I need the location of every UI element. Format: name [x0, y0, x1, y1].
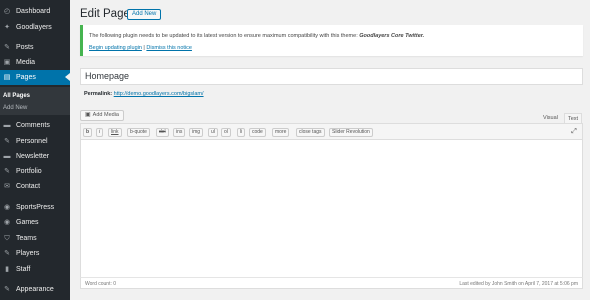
qt-code-button[interactable]: code — [249, 128, 266, 137]
sidebar-item-label: Media — [16, 59, 36, 66]
sidebar-item-games[interactable]: ◉ Games — [0, 215, 70, 230]
newsletter-icon: ▬ — [3, 152, 11, 160]
media-icon: ▣ — [85, 112, 91, 118]
sidebar-item-label: Posts — [16, 44, 34, 51]
word-count: Word count: 0 — [85, 281, 117, 287]
page-title: Edit Page — [80, 8, 130, 20]
sidebar-item-media[interactable]: ▣ Media — [0, 55, 70, 70]
qt-ul-button[interactable]: ul — [208, 128, 218, 137]
qt-slider-revolution-button[interactable]: Slider Revolution — [329, 128, 373, 137]
qt-more-button[interactable]: more — [272, 128, 290, 137]
brush-icon: ✎ — [4, 285, 10, 293]
sidebar-item-label: Contact — [16, 183, 41, 190]
sidebar-item-label: Games — [16, 219, 39, 226]
editor-status-bar: Word count: 0 Last edited by John Smith … — [80, 277, 583, 289]
comments-icon: ▬ — [3, 121, 11, 129]
shield-icon: ⛉ — [4, 234, 10, 242]
notice-links: Begin updating plugin | Dismiss this not… — [89, 45, 192, 51]
sidebar-item-label: Newsletter — [16, 153, 50, 160]
qt-li-button[interactable]: li — [237, 128, 246, 137]
sidebar-item-staff[interactable]: ▮ Staff — [0, 262, 70, 277]
permalink: Permalink: http://demo.goodlayers.com/bi… — [84, 91, 204, 97]
qt-link-button[interactable]: link — [108, 128, 122, 137]
sidebar-item-newsletter[interactable]: ▬ Newsletter — [0, 149, 70, 164]
qt-del-button[interactable]: del — [156, 128, 169, 137]
qt-close-tags-button[interactable]: close tags — [296, 128, 325, 137]
last-edited: Last edited by John Smith on April 7, 20… — [459, 281, 578, 287]
permalink-label: Permalink: — [84, 91, 113, 97]
sidebar-item-posts[interactable]: ✎ Posts — [0, 40, 70, 55]
sidebar-item-goodlayers[interactable]: ✦ Goodlayers — [0, 20, 70, 35]
sidebar-item-label: Comments — [16, 122, 50, 129]
sidebar-item-contact[interactable]: ✉ Contact — [0, 179, 70, 194]
sidebar-item-label: SportsPress — [16, 204, 55, 211]
title-input[interactable]: Homepage — [80, 68, 583, 85]
qt-i-button[interactable]: i — [96, 128, 104, 137]
mail-icon: ✉ — [4, 182, 10, 190]
sidebar-item-label: Players — [16, 250, 40, 257]
games-icon: ◉ — [3, 218, 11, 226]
sidebar-item-sportspress[interactable]: ◉ SportsPress — [0, 200, 70, 215]
fullscreen-icon[interactable]: ⤢ — [570, 128, 578, 136]
sidebar-item-label: Teams — [16, 235, 37, 242]
pin-icon: ✎ — [4, 137, 10, 145]
qt-ol-button[interactable]: ol — [221, 128, 231, 137]
pages-icon: ▤ — [3, 73, 11, 81]
begin-updating-link[interactable]: Begin updating plugin — [89, 45, 142, 51]
content-textarea[interactable] — [80, 140, 583, 277]
notice-text: The following plugin needs to be updated… — [89, 33, 424, 39]
quicktags-toolbar: ⤢ b i link b-quote del ins img ul ol li code more cl… — [80, 123, 583, 140]
sidebar-item-dashboard[interactable]: ◴ Dashboard — [0, 4, 70, 19]
sidebar-item-label: Pages — [16, 74, 36, 81]
sidebar-item-label: Goodlayers — [16, 24, 52, 31]
qt-b-quote-button[interactable]: b-quote — [127, 128, 150, 137]
notice-plugin-name: Goodlayers Core Twitter. — [359, 33, 425, 39]
staff-icon: ▮ — [5, 265, 9, 273]
pages-submenu: All Pages Add New — [0, 87, 70, 115]
tab-text[interactable]: Text — [564, 113, 583, 123]
pin-icon: ✎ — [4, 167, 10, 175]
sidebar-item-pages[interactable]: ▤ Pages — [0, 70, 70, 85]
dismiss-notice-link[interactable]: Dismiss this notice — [146, 45, 192, 51]
sportspress-icon: ◉ — [3, 203, 11, 211]
notice-message: The following plugin needs to be updated… — [89, 33, 360, 39]
sidebar-item-label: Appearance — [16, 286, 54, 293]
add-media-label: Add Media — [92, 112, 119, 118]
pin-icon: ✎ — [4, 43, 10, 51]
add-new-button[interactable]: Add New — [127, 9, 162, 20]
sidebar-item-appearance[interactable]: ✎ Appearance — [0, 282, 70, 297]
tab-visual[interactable]: Visual — [540, 113, 561, 123]
pin-icon: ✎ — [4, 249, 10, 257]
sidebar-item-label: Portfolio — [16, 168, 42, 175]
media-icon: ▣ — [3, 58, 11, 66]
qt-b-button[interactable]: b — [83, 128, 93, 137]
sidebar-item-players[interactable]: ✎ Players — [0, 246, 70, 261]
submenu-all-pages[interactable]: All Pages — [3, 93, 30, 99]
sidebar-item-personnel[interactable]: ✎ Personnel — [0, 134, 70, 149]
dashboard-icon: ◴ — [3, 7, 11, 15]
submenu-add-new[interactable]: Add New — [3, 105, 27, 111]
admin-sidebar: All Pages Add New ◴ Dashboard ✦ Goodlayers ✎… — [0, 0, 70, 300]
sidebar-item-label: Personnel — [16, 138, 48, 145]
sidebar-item-label: Staff — [16, 266, 31, 273]
sidebar-item-teams[interactable]: ⛉ Teams — [0, 231, 70, 246]
plugin-update-notice: The following plugin needs to be updated… — [80, 25, 583, 56]
add-media-button[interactable]: ▣ Add Media — [80, 110, 124, 121]
sidebar-item-portfolio[interactable]: ✎ Portfolio — [0, 164, 70, 179]
qt-ins-button[interactable]: ins — [173, 128, 186, 137]
goodlayers-icon: ✦ — [4, 23, 10, 31]
permalink-url[interactable]: http://demo.goodlayers.com/bigslam/ — [114, 91, 204, 97]
sidebar-item-comments[interactable]: ▬ Comments — [0, 118, 70, 133]
qt-img-button[interactable]: img — [189, 128, 204, 137]
sidebar-item-label: Dashboard — [16, 8, 51, 15]
